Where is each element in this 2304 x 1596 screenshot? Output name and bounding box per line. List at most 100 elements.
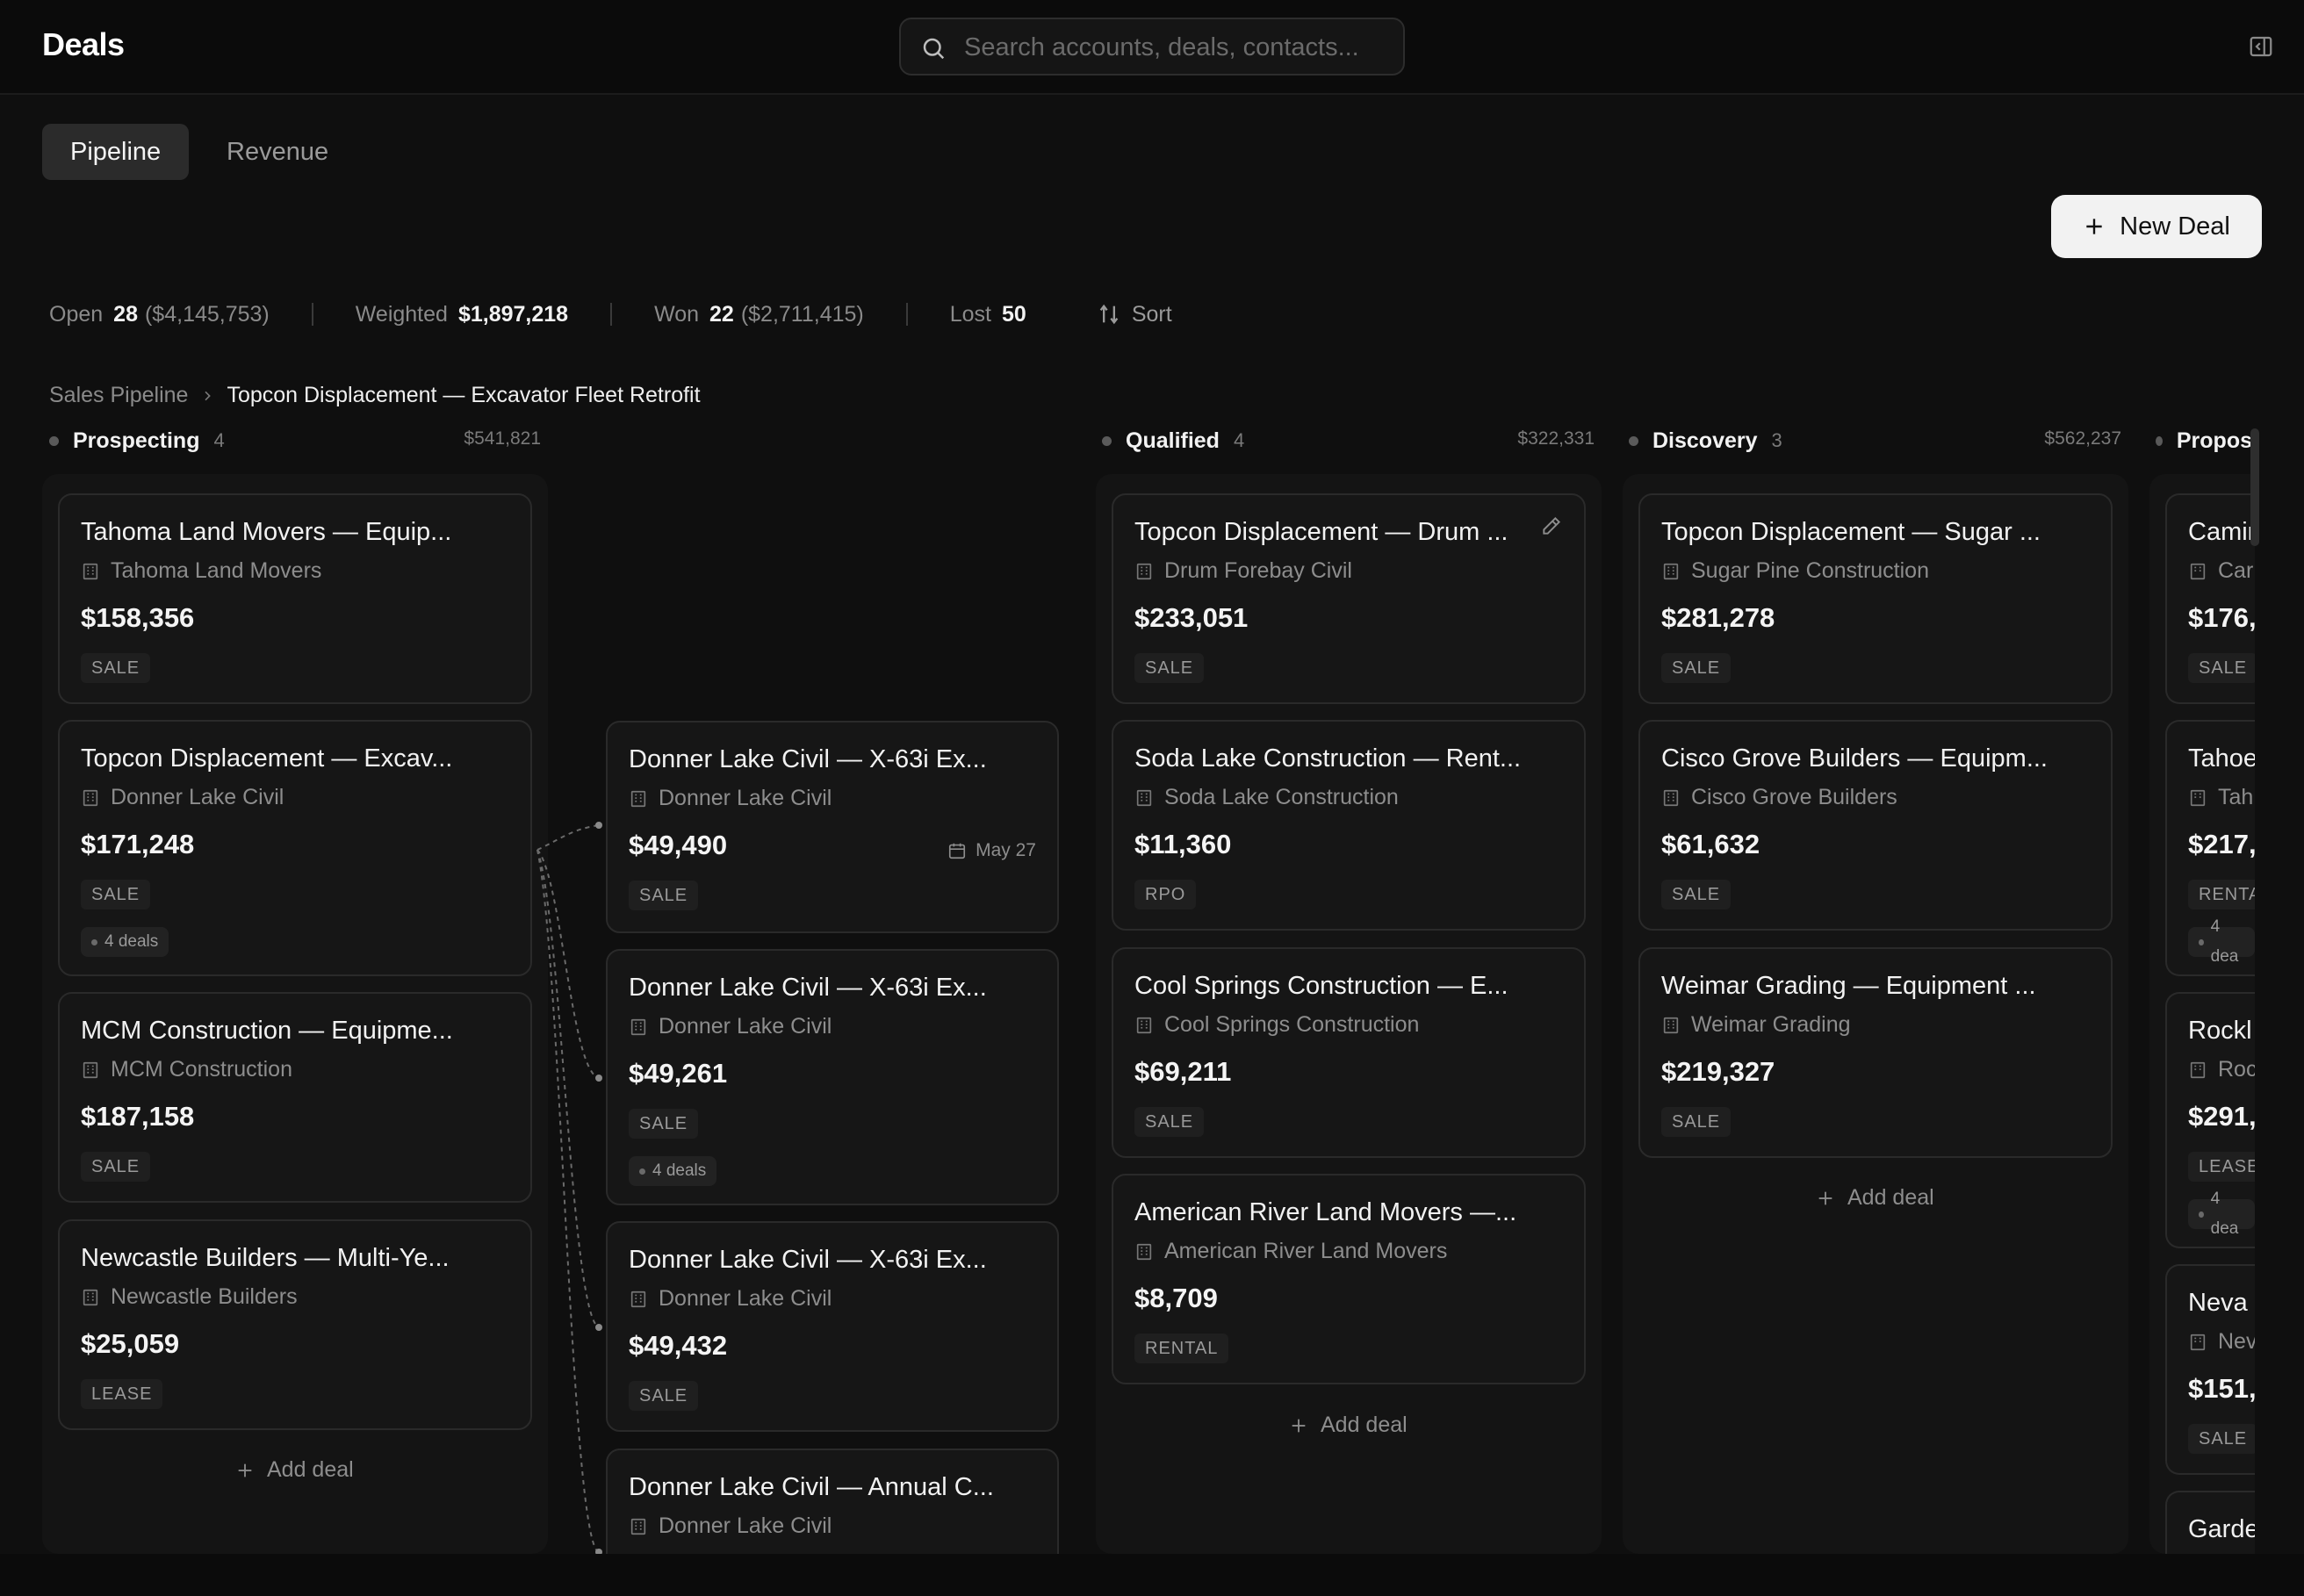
new-deal-button[interactable]: New Deal [2051, 195, 2262, 258]
pencil-icon[interactable] [1540, 514, 1563, 537]
deal-card[interactable]: MCM Construction — Equipme... MCM Constr… [58, 992, 532, 1203]
deal-type-tag: SALE [81, 653, 151, 683]
deal-amount: $176, [2188, 602, 2255, 633]
deal-company: Donner Lake Civil [629, 1286, 832, 1312]
vertical-scrollbar[interactable] [2250, 428, 2259, 546]
column-count: 4 [1233, 429, 1245, 451]
deal-title: Cool Springs Construction — E... [1134, 972, 1508, 1000]
deal-type-tag: SALE [81, 1152, 151, 1182]
deals-group-badge[interactable]: 4 deals [629, 1156, 717, 1186]
deal-card[interactable]: Topcon Displacement — Drum ... Drum Fore… [1112, 493, 1586, 704]
column-count: 4 [213, 429, 225, 451]
building-icon [83, 1061, 98, 1078]
company-name: Car [2218, 558, 2254, 583]
deal-card[interactable]: Cool Springs Construction — E... Cool Sp… [1112, 947, 1586, 1158]
sort-button[interactable]: Sort [1097, 302, 1172, 327]
company-name: Tah [2218, 785, 2254, 809]
deal-card[interactable]: Camin Car $176, SALE [2165, 493, 2255, 704]
add-deal-button[interactable]: Add deal [1816, 1185, 1934, 1211]
tab-revenue[interactable]: Revenue [198, 124, 356, 180]
stat-won-amount: ($2,711,415) [740, 301, 864, 327]
company-name: Donner Lake Civil [659, 1513, 832, 1538]
deal-card[interactable]: Cisco Grove Builders — Equipm... Cisco G… [1638, 720, 2113, 931]
deal-title: Camin [2188, 518, 2255, 546]
deals-group-badge[interactable]: 4 dea [2188, 1190, 2255, 1238]
stat-lost-label: Lost [949, 301, 992, 327]
deal-type-tag: SALE [2188, 653, 2255, 683]
deal-title: Tahoe [2188, 744, 2255, 773]
deal-type-tag: RPO [1134, 880, 1197, 909]
deal-title: American River Land Movers —... [1134, 1198, 1517, 1226]
new-deal-label: New Deal [2120, 212, 2230, 241]
deal-type-tag: RENTA [2188, 880, 2255, 909]
company-name: Donner Lake Civil [111, 785, 284, 809]
deal-card[interactable]: Donner Lake Civil — X-63i Ex... Donner L… [606, 1221, 1059, 1432]
stat-open-amount: ($4,145,753) [144, 301, 270, 327]
deal-company: Weimar Grading [1661, 1012, 1851, 1038]
deal-company: American River Land Movers [1134, 1239, 1447, 1264]
deal-company: Nev [2188, 1329, 2255, 1355]
horizontal-scroll-track[interactable] [0, 1554, 2304, 1596]
stat-weighted-label: Weighted [355, 301, 448, 327]
sort-label: Sort [1131, 301, 1172, 327]
badge-label: 4 deals [104, 932, 159, 951]
stat-weighted: Weighted $1,897,218 [356, 302, 568, 327]
deal-amount: $281,278 [1661, 602, 1775, 633]
divider [610, 303, 613, 326]
column-total: $322,331 [1517, 428, 1595, 449]
deals-group-badge[interactable]: 4 deals [81, 927, 169, 957]
deal-title: Soda Lake Construction — Rent... [1134, 744, 1522, 773]
stat-won-count: 22 [709, 301, 734, 327]
sidebar-toggle-icon[interactable] [2248, 33, 2274, 60]
building-icon [83, 1289, 98, 1305]
badge-dot [639, 1168, 645, 1175]
stat-open: Open 28 ($4,145,753) [49, 302, 270, 327]
column-header-proposal: Propos [2156, 425, 2252, 457]
building-icon [2190, 563, 2206, 579]
tab-pipeline[interactable]: Pipeline [42, 124, 190, 180]
deal-card[interactable]: Weimar Grading — Equipment ... Weimar Gr… [1638, 947, 2113, 1158]
calendar-icon [949, 843, 966, 859]
deal-card[interactable]: Donner Lake Civil — X-63i Ex... Donner L… [606, 949, 1059, 1205]
deal-card[interactable]: Donner Lake Civil — Annual C... Donner L… [606, 1449, 1059, 1571]
deal-card[interactable]: Topcon Displacement — Excav... Donner La… [58, 720, 532, 976]
breadcrumb-root[interactable]: Sales Pipeline [49, 383, 188, 408]
divider [311, 303, 313, 326]
chevron-right-icon [205, 391, 212, 400]
stat-weighted-amount: $1,897,218 [457, 301, 569, 327]
deal-company: Donner Lake Civil [629, 1014, 832, 1039]
deal-card[interactable]: Topcon Displacement — Sugar ... Sugar Pi… [1638, 493, 2113, 704]
deal-card[interactable]: Donner Lake Civil — X-63i Ex... Donner L… [606, 721, 1059, 933]
deal-company: Donner Lake Civil [629, 1513, 832, 1539]
deal-company: Tah [2188, 785, 2253, 810]
deal-company: MCM Construction [81, 1057, 292, 1082]
deal-title: Rockl [2188, 1017, 2252, 1045]
badge-dot [91, 938, 97, 945]
deal-card[interactable]: American River Land Movers —... American… [1112, 1174, 1586, 1384]
building-icon [2190, 789, 2206, 806]
deal-card[interactable]: Newcastle Builders — Multi-Ye... Newcast… [58, 1219, 532, 1430]
deal-card[interactable]: Neva Nev $151,4 SALE [2165, 1264, 2255, 1475]
company-name: American River Land Movers [1164, 1239, 1448, 1263]
deal-card[interactable]: Rockl Roc $291, LEASE 4 dea [2165, 992, 2255, 1248]
company-name: Cisco Grove Builders [1691, 785, 1897, 809]
deal-card[interactable]: Soda Lake Construction — Rent... Soda La… [1112, 720, 1586, 931]
deal-amount: $291, [2188, 1101, 2255, 1132]
add-deal-button[interactable]: Add deal [1289, 1413, 1408, 1438]
breadcrumb: Sales Pipeline Topcon Displacement — Exc… [49, 383, 701, 408]
building-icon [1663, 1017, 1679, 1033]
badge-dot [2199, 938, 2204, 945]
deal-card[interactable]: Tahoma Land Movers — Equip... Tahoma Lan… [58, 493, 532, 704]
add-deal-label: Add deal [1847, 1185, 1934, 1210]
building-icon [2190, 1334, 2206, 1350]
building-icon [1663, 789, 1679, 806]
add-deal-button[interactable]: Add deal [235, 1457, 354, 1483]
search-input[interactable] [964, 28, 1386, 67]
badge-label: 4 deals [652, 1161, 707, 1180]
deal-title: Topcon Displacement — Excav... [81, 744, 453, 773]
deal-title: Cisco Grove Builders — Equipm... [1661, 744, 2048, 773]
column-name: Propos [2176, 428, 2252, 453]
deals-group-badge[interactable]: 4 dea [2188, 917, 2255, 966]
search-box[interactable] [899, 18, 1405, 75]
deal-card[interactable]: Tahoe Tah $217,9 RENTA 4 dea [2165, 720, 2255, 976]
